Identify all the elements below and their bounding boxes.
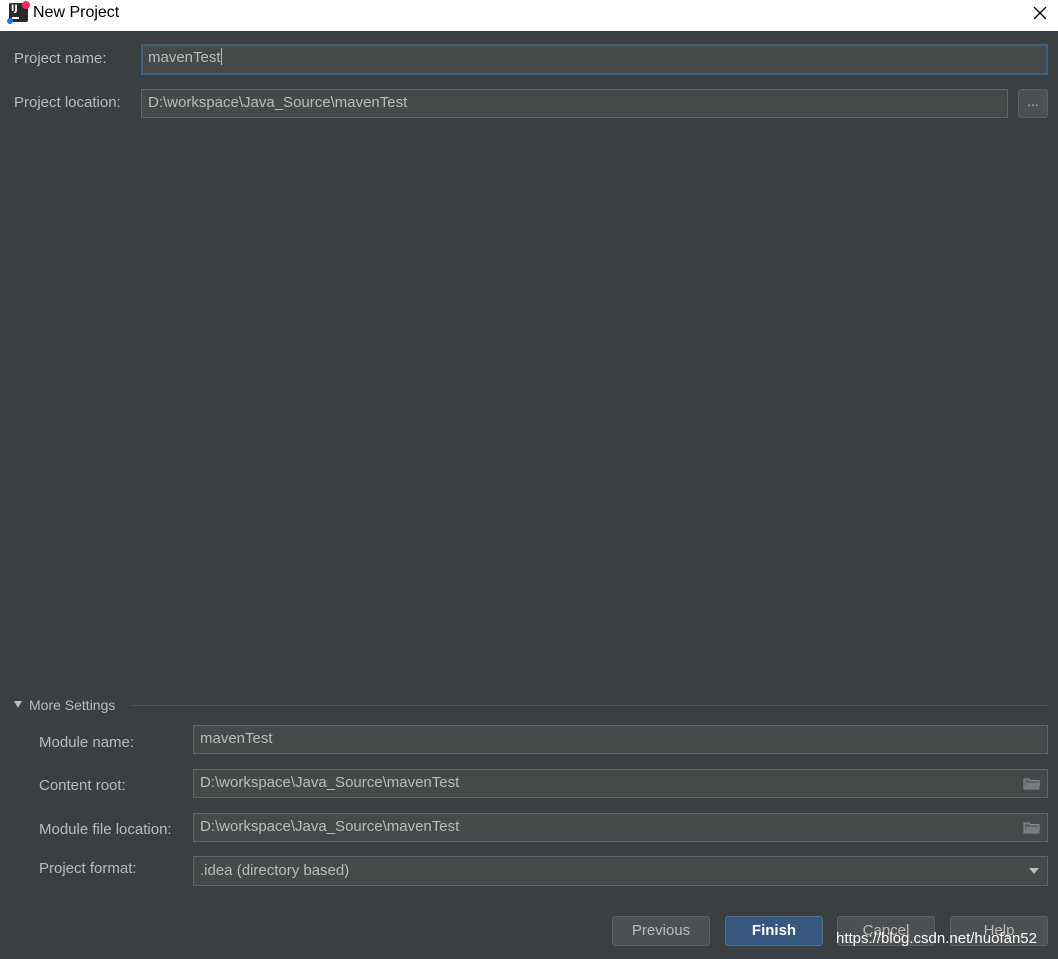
finish-button[interactable]: Finish [725,916,823,946]
project-format-label: Project format: [39,860,137,877]
more-settings-label: More Settings [29,697,116,713]
project-format-select[interactable]: .idea (directory based) [193,856,1048,886]
window-title: New Project [33,4,120,21]
finish-button-label: Finish [751,922,797,939]
previous-button[interactable]: Previous [612,916,710,946]
content-root-input[interactable]: D:\workspace\Java_Source\mavenTest [193,769,1048,798]
project-name-value: mavenTest [148,49,221,66]
module-name-value: mavenTest [200,730,273,747]
help-button-label: Help [983,922,1015,939]
help-button[interactable]: Help [950,916,1048,946]
chevron-down-icon [1029,868,1039,874]
browse-location-button[interactable]: ... [1018,89,1048,118]
content-root-label: Content root: [39,777,126,794]
section-divider [130,705,1048,706]
cancel-button[interactable]: Cancel [837,916,935,946]
module-name-input[interactable]: mavenTest [193,725,1048,754]
project-location-value: D:\workspace\Java_Source\mavenTest [148,94,408,111]
project-location-label: Project location: [14,94,121,111]
intellij-idea-icon: IJ [7,1,30,24]
project-name-label: Project name: [14,50,107,67]
close-button[interactable] [1028,1,1052,25]
folder-icon[interactable] [1023,777,1041,790]
module-file-location-input[interactable]: D:\workspace\Java_Source\mavenTest [193,813,1048,842]
project-name-input[interactable]: mavenTest [141,44,1048,75]
module-file-location-label: Module file location: [39,821,172,838]
expand-triangle-icon [14,701,22,708]
title-bar: IJ New Project [0,0,1058,31]
previous-button-label: Previous [631,922,691,939]
module-name-label: Module name: [39,734,135,751]
text-caret [220,48,222,65]
close-icon[interactable] [1028,1,1052,25]
cancel-button-label: Cancel [862,922,910,939]
content-root-value: D:\workspace\Java_Source\mavenTest [200,774,460,791]
module-file-location-value: D:\workspace\Java_Source\mavenTest [200,818,460,835]
project-format-value: .idea (directory based) [200,862,350,879]
project-location-input[interactable]: D:\workspace\Java_Source\mavenTest [141,89,1008,118]
folder-icon[interactable] [1023,821,1041,834]
